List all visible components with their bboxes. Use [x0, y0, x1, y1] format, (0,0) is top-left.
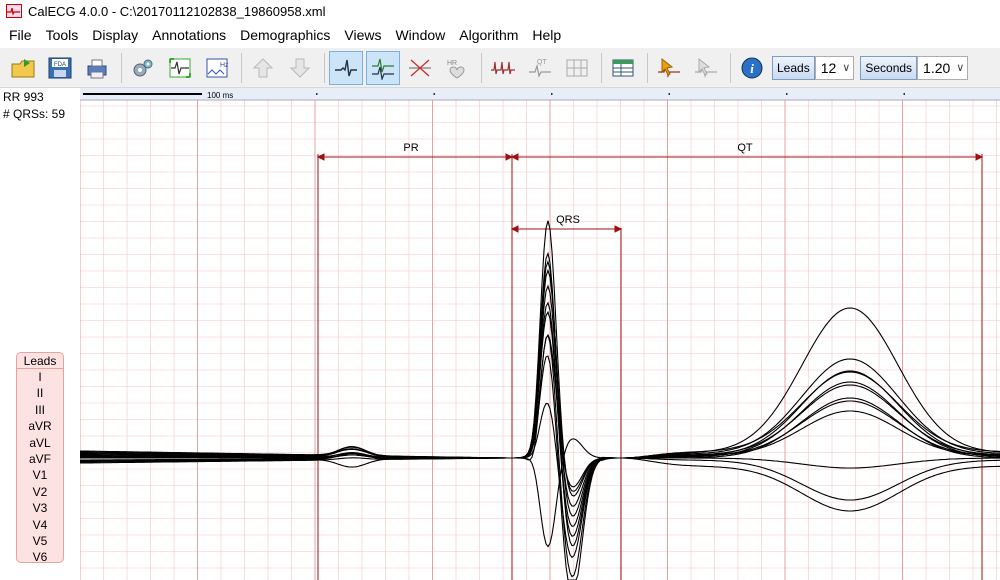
open-folder-icon[interactable] — [6, 51, 40, 85]
svg-text:i: i — [750, 61, 754, 76]
ecg-plot[interactable]: 100 ms PR QT QRS — [80, 88, 1000, 580]
lead-label-avl[interactable]: aVL — [17, 435, 63, 451]
pointer-disabled-icon[interactable] — [689, 51, 723, 85]
lead-label-v3[interactable]: V3 — [17, 500, 63, 516]
single-beat-view-icon[interactable] — [329, 50, 363, 85]
scale-bar-label: 100 ms — [207, 91, 233, 100]
leads-label: Leads — [772, 55, 815, 80]
toolbar-separator — [647, 52, 648, 83]
lead-label-iii[interactable]: III — [17, 402, 63, 418]
arrow-down-icon[interactable] — [283, 51, 317, 85]
overlay-beats-icon[interactable] — [366, 50, 400, 85]
chevron-down-icon: ∨ — [842, 62, 851, 74]
svg-text:QT: QT — [537, 59, 547, 66]
qrs-count-readout: # QRSs: 59 — [3, 107, 66, 121]
rhythm-strip-icon[interactable] — [486, 51, 520, 85]
menu-demographics[interactable]: Demographics — [233, 23, 337, 47]
heart-rate-icon[interactable]: HR — [440, 51, 474, 85]
leads-select[interactable]: 12 ∨ — [814, 55, 855, 80]
toolbar-separator — [241, 52, 242, 83]
info-panel: RR 993 # QRSs: 59 Leads I II III aVR aVL… — [0, 88, 80, 580]
menu-algorithm[interactable]: Algorithm — [452, 23, 525, 47]
lead-label-v4[interactable]: V4 — [17, 517, 63, 533]
table-view-icon[interactable] — [606, 51, 640, 85]
pointer-annotate-icon[interactable] — [652, 51, 686, 85]
settings-gear-icon[interactable] — [126, 51, 160, 85]
toolbar-separator — [481, 52, 482, 83]
qt-label: QT — [737, 142, 753, 154]
lead-label-avr[interactable]: aVR — [17, 418, 63, 434]
toolbar-separator — [601, 52, 602, 83]
menu-views[interactable]: Views — [337, 23, 388, 47]
leads-legend: Leads I II III aVR aVL aVF V1 V2 V3 V4 V… — [16, 352, 64, 565]
toolbar-separator — [324, 52, 325, 83]
lead-label-v5[interactable]: V5 — [17, 533, 63, 549]
rr-interval-readout: RR 993 — [3, 90, 44, 104]
chevron-down-icon: ∨ — [956, 62, 965, 74]
menu-help[interactable]: Help — [525, 23, 568, 47]
pr-label: PR — [403, 142, 418, 154]
ecg-plot-area[interactable]: 100 ms PR QT QRS — [80, 88, 1000, 580]
menu-annotations[interactable]: Annotations — [145, 23, 233, 47]
app-ecg-icon — [6, 4, 22, 18]
lead-label-v6[interactable]: V6 — [17, 549, 63, 565]
time-ruler: 100 ms — [80, 88, 1000, 101]
fda-save-icon[interactable]: FDA — [43, 51, 77, 85]
toolbar: FDA Hz HR QT i Leads 12 ∨ Seconds 1.20 ∨ — [0, 48, 1000, 88]
leads-legend-title: Leads — [17, 353, 63, 369]
resize-grid-icon[interactable] — [163, 51, 197, 85]
seconds-select[interactable]: 1.20 ∨ — [917, 55, 969, 80]
svg-text:Hz: Hz — [220, 62, 229, 69]
lead-label-v2[interactable]: V2 — [17, 484, 63, 500]
seconds-label: Seconds — [860, 55, 918, 80]
leads-value: 12 — [820, 59, 837, 76]
svg-text:HR: HR — [447, 60, 457, 67]
info-icon[interactable]: i — [735, 51, 769, 85]
lead-label-avf[interactable]: aVF — [17, 451, 63, 467]
frequency-hz-icon[interactable]: Hz — [200, 51, 234, 85]
toolbar-separator — [730, 52, 731, 83]
arrow-up-icon[interactable] — [246, 51, 280, 85]
menu-file[interactable]: File — [2, 23, 39, 47]
title-bar: CalECG 4.0.0 - C:\20170112102838_1986095… — [0, 0, 1000, 22]
svg-text:FDA: FDA — [54, 62, 66, 68]
lead-label-ii[interactable]: II — [17, 385, 63, 401]
qrs-label: QRS — [556, 214, 580, 226]
menu-display[interactable]: Display — [85, 23, 145, 47]
menu-window[interactable]: Window — [388, 23, 452, 47]
menu-bar: File Tools Display Annotations Demograph… — [0, 22, 1000, 48]
window-title: CalECG 4.0.0 - C:\20170112102838_1986095… — [28, 3, 326, 19]
lead-label-v1[interactable]: V1 — [17, 467, 63, 483]
menu-tools[interactable]: Tools — [39, 23, 86, 47]
cross-leads-icon[interactable] — [403, 51, 437, 85]
seconds-value: 1.20 — [923, 59, 951, 76]
qt-measure-icon[interactable]: QT — [523, 51, 557, 85]
grid-view-icon[interactable] — [560, 51, 594, 85]
toolbar-separator — [121, 52, 122, 83]
lead-label-i[interactable]: I — [17, 369, 63, 385]
print-icon[interactable] — [80, 51, 114, 85]
